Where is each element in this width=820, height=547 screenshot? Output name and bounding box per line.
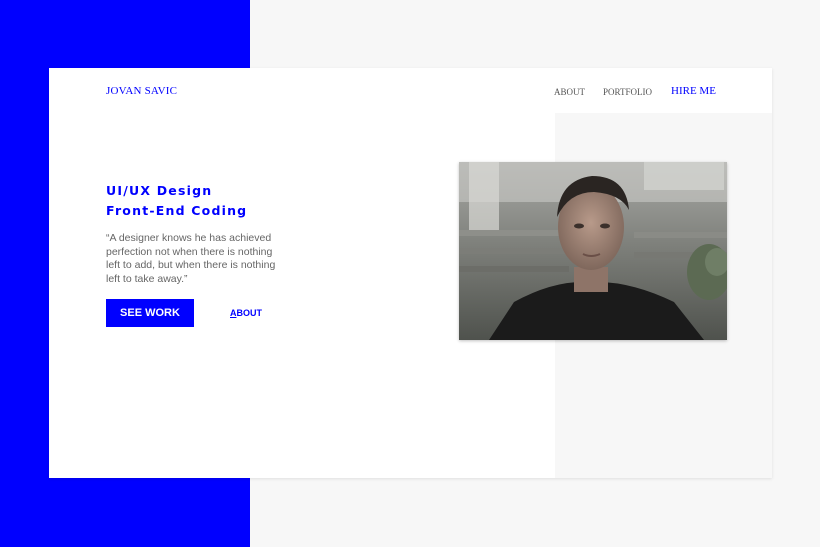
about-link-rest: BOUT [236, 308, 263, 318]
main-card: JOVAN SAVIC ABOUT PORTFOLIO HIRE ME UI/U… [49, 68, 772, 478]
headline-line-2: Front-End Coding [106, 203, 248, 218]
nav-about-link[interactable]: ABOUT [554, 87, 585, 97]
portrait-photo [459, 162, 727, 340]
see-work-button[interactable]: SEE WORK [106, 299, 194, 327]
headline-line-1: UI/UX Design [106, 183, 213, 198]
nav-portfolio-link[interactable]: PORTFOLIO [603, 87, 652, 97]
hero-quote: “A designer knows he has achieved perfec… [106, 232, 276, 285]
top-nav: ABOUT PORTFOLIO HIRE ME [49, 85, 772, 99]
portrait-photo-image [459, 162, 727, 340]
about-link[interactable]: ABOUT [230, 308, 262, 318]
hero-headline: UI/UX Design Front-End Coding [106, 181, 247, 221]
nav-hire-me-link[interactable]: HIRE ME [671, 85, 716, 97]
